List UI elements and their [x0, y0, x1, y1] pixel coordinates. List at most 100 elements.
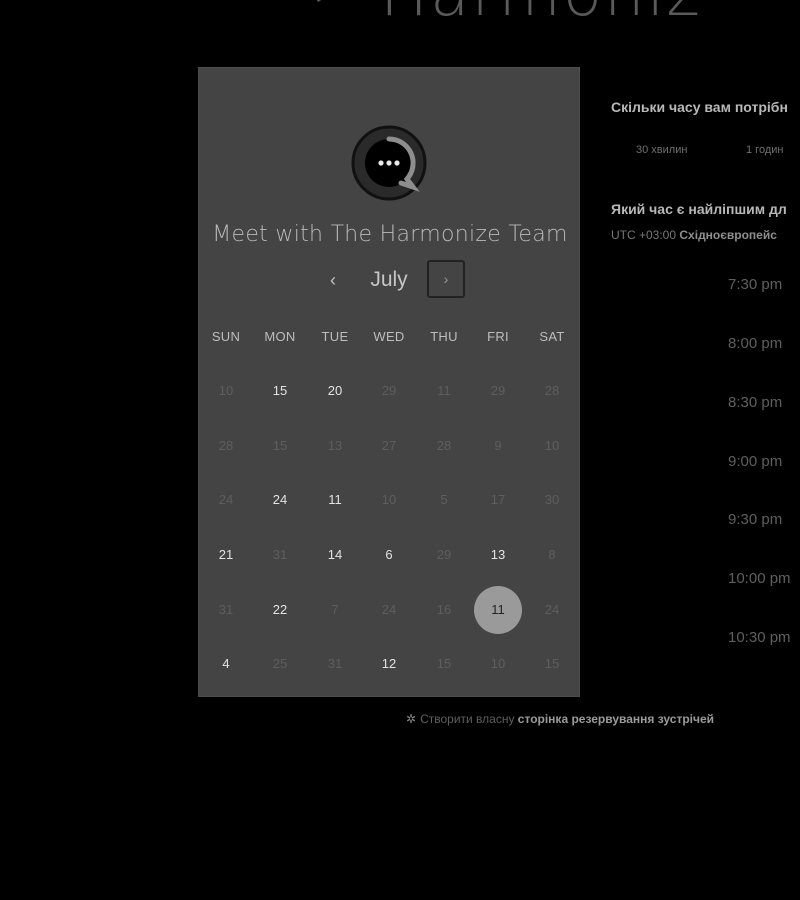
harmonize-logo-icon [316, 0, 322, 2]
unavailable-date: 27 [362, 426, 416, 466]
date-number: 11 [328, 492, 342, 507]
date-number: 16 [436, 602, 452, 617]
unavailable-date: 15 [417, 644, 471, 684]
unavailable-date: 29 [471, 371, 525, 411]
available-date[interactable]: 14 [308, 535, 362, 575]
unavailable-date: 10 [525, 426, 579, 466]
unavailable-date: 13 [308, 426, 362, 466]
unavailable-date: 17 [471, 480, 525, 520]
date-number: 10 [490, 656, 506, 671]
available-date[interactable]: 4 [199, 644, 253, 684]
create-booking-page-link[interactable]: сторінка резервування зустрічей [518, 712, 714, 726]
footer-text: Створити власну [420, 712, 515, 726]
date-number: 17 [490, 492, 506, 507]
time-slot[interactable]: 10:00 pm [728, 570, 800, 587]
date-number: 31 [327, 656, 343, 671]
date-number: 24 [218, 492, 234, 507]
unavailable-date: 10 [199, 371, 253, 411]
unavailable-date: 31 [253, 535, 307, 575]
date-number: 20 [327, 383, 343, 398]
date-number: 12 [381, 656, 397, 671]
next-month-button[interactable]: › [427, 260, 465, 298]
weekday-label: WED [373, 329, 405, 344]
unavailable-date: 10 [471, 644, 525, 684]
unavailable-date: 31 [308, 644, 362, 684]
month-navigation: ‹ July › [199, 260, 581, 302]
unavailable-date: 8 [525, 535, 579, 575]
date-number: 21 [218, 547, 234, 562]
unavailable-date: 16 [417, 590, 471, 630]
time-slot[interactable]: 7:30 pm [728, 276, 800, 293]
available-date[interactable]: 13 [471, 535, 525, 575]
date-number: 30 [544, 492, 560, 507]
unavailable-date: 25 [253, 644, 307, 684]
brand-wordmark: Harmoniz [380, 0, 702, 26]
unavailable-date: 15 [253, 426, 307, 466]
weekday-label: MON [264, 329, 296, 344]
unavailable-date: 29 [362, 371, 416, 411]
date-number: 28 [544, 383, 560, 398]
date-number: 4 [222, 656, 230, 671]
duration-question: Скільки часу вам потрібн [611, 99, 788, 115]
meeting-title: Meet with The Harmonize Team [212, 222, 568, 247]
available-date[interactable]: 20 [308, 371, 362, 411]
unavailable-date: 29 [417, 535, 471, 575]
available-date[interactable]: 21 [199, 535, 253, 575]
duration-option-30-min[interactable]: 30 хвилин [636, 144, 687, 156]
unavailable-date: 28 [417, 426, 471, 466]
duration-option-1-hour[interactable]: 1 годин [746, 144, 783, 156]
date-number: 6 [385, 547, 393, 562]
previous-month-button[interactable]: ‹ [319, 266, 347, 294]
date-number: 25 [272, 656, 288, 671]
date-number: 29 [436, 547, 452, 562]
available-date[interactable]: 15 [253, 371, 307, 411]
time-slot[interactable]: 10:30 pm [728, 629, 800, 646]
unavailable-date: 30 [525, 480, 579, 520]
selected-date[interactable]: 11 [471, 586, 525, 634]
unavailable-date: 31 [199, 590, 253, 630]
timezone-offset: UTC +03:00 [611, 228, 677, 242]
date-number: 13 [490, 547, 506, 562]
weekday-label: THU [430, 329, 458, 344]
unavailable-date: 11 [417, 371, 471, 411]
date-number: 10 [381, 492, 397, 507]
chat-bubble-icon [351, 125, 427, 201]
date-number: 22 [272, 602, 288, 617]
weekday-label: SAT [539, 329, 565, 344]
available-date[interactable]: 24 [253, 480, 307, 520]
time-slot[interactable]: 9:30 pm [728, 511, 800, 528]
unavailable-date: 9 [471, 426, 525, 466]
date-number: 11 [474, 586, 522, 634]
date-number: 24 [544, 602, 560, 617]
time-question: Який час є найліпшим дл [611, 201, 787, 217]
available-date[interactable]: 12 [362, 644, 416, 684]
date-number: 29 [490, 383, 506, 398]
date-number: 11 [437, 383, 451, 398]
date-number: 15 [272, 438, 288, 453]
date-number: 5 [440, 492, 448, 507]
weekday-label: TUE [321, 329, 349, 344]
available-date[interactable]: 6 [362, 535, 416, 575]
date-number: 28 [218, 438, 234, 453]
date-number: 29 [381, 383, 397, 398]
available-date[interactable]: 11 [308, 480, 362, 520]
date-number: 8 [548, 547, 556, 562]
time-slot[interactable]: 8:00 pm [728, 335, 800, 352]
unavailable-date: 24 [199, 480, 253, 520]
timezone-name: Східноєвропейс [679, 228, 777, 242]
unavailable-date: 5 [417, 480, 471, 520]
unavailable-date: 15 [525, 644, 579, 684]
date-number: 10 [544, 438, 560, 453]
weekday-label: FRI [487, 329, 509, 344]
date-number: 28 [436, 438, 452, 453]
date-number: 27 [381, 438, 397, 453]
date-number: 15 [272, 383, 288, 398]
unavailable-date: 24 [362, 590, 416, 630]
time-slot[interactable]: 9:00 pm [728, 453, 800, 470]
booking-panel: Meet with The Harmonize Team ‹ July › SU… [198, 67, 580, 697]
date-number: 15 [436, 656, 452, 671]
date-number: 7 [331, 602, 339, 617]
available-date[interactable]: 22 [253, 590, 307, 630]
time-slot[interactable]: 8:30 pm [728, 394, 800, 411]
timezone-selector[interactable]: UTC +03:00 Східноєвропейс [611, 228, 777, 242]
